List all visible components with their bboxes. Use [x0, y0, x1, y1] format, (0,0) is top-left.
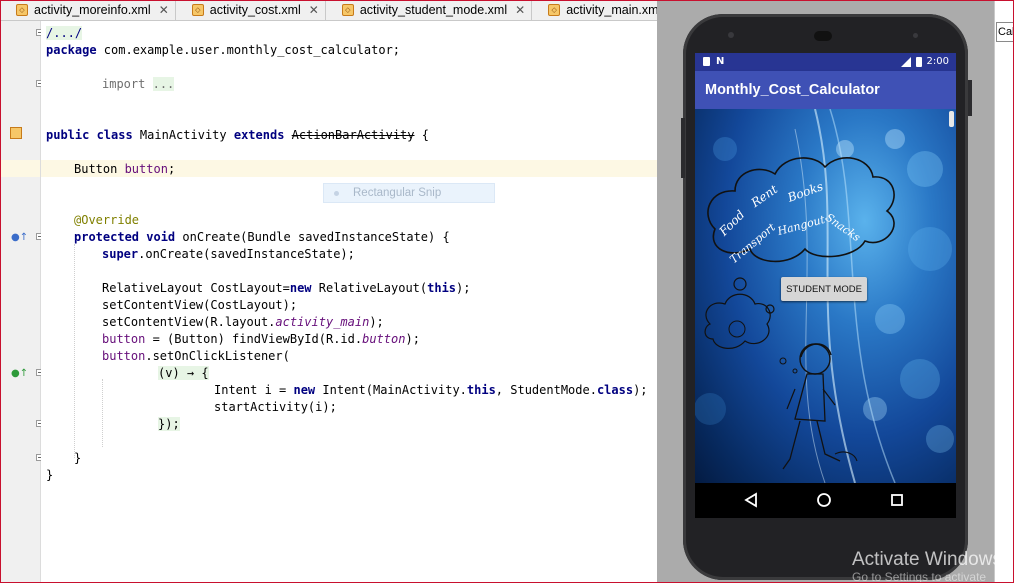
snip-label: Rectangular Snip: [353, 187, 442, 199]
battery-icon: [915, 56, 922, 67]
front-camera-icon: [728, 32, 734, 38]
close-icon[interactable]: ✕: [159, 3, 169, 17]
code-line: Intent i = new Intent(MainActivity.this,…: [214, 383, 648, 397]
power-button[interactable]: [968, 80, 972, 116]
tab-activity-student-mode[interactable]: ◇ activity_student_mode.xml ✕: [326, 0, 533, 20]
tab-label: activity_student_mode.xml: [359, 3, 508, 17]
tab-activity-cost[interactable]: ◇ activity_cost.xml ✕: [176, 0, 326, 20]
phone-screen[interactable]: N 2:00 Monthly_Cost_Calculator Food Rent…: [695, 53, 956, 518]
nfc-icon: N: [716, 56, 725, 67]
current-line-gutter-highlight: [0, 160, 40, 177]
app-title: Monthly_Cost_Calculator: [705, 82, 880, 98]
right-side-panel: Cal: [994, 0, 1014, 583]
xml-file-icon: ◇: [341, 4, 354, 16]
tab-label: activity_main.xml: [566, 3, 662, 17]
override-icon[interactable]: ●↑: [11, 232, 28, 243]
panel-tab-label: Cal: [998, 26, 1014, 38]
speaker-grille: [814, 31, 832, 41]
editor-tab-bar: ◇ activity_moreinfo.xml ✕ ◇ activity_cos…: [0, 0, 704, 21]
sd-card-icon: [703, 57, 710, 66]
code-line: }: [46, 468, 54, 482]
xml-file-icon: ◇: [548, 4, 561, 16]
snip-icon: [334, 190, 339, 196]
code-line: setContentView(CostLayout);: [102, 298, 298, 312]
code-line: package com.example.user.monthly_cost_ca…: [46, 43, 401, 57]
recents-icon[interactable]: [890, 492, 904, 508]
xml-file-icon: ◇: [16, 4, 28, 16]
volume-button[interactable]: [681, 118, 685, 178]
code-line: }: [74, 451, 82, 465]
code-line: });: [158, 417, 180, 431]
tab-label: activity_moreinfo.xml: [34, 3, 151, 17]
code-line: @Override: [74, 213, 140, 227]
back-icon[interactable]: [744, 492, 758, 508]
code-line: RelativeLayout CostLayout=new RelativeLa…: [102, 281, 471, 295]
code-line: public class MainActivity extends Action…: [46, 128, 429, 142]
close-icon[interactable]: ✕: [309, 3, 319, 17]
rectangular-snip-overlay: Rectangular Snip: [323, 183, 495, 203]
code-line: button = (Button) findViewById(R.id.butt…: [102, 332, 420, 346]
app-content: Food Rent Books Transport Hangout Snacks…: [695, 109, 956, 483]
xml-file-icon: ◇: [191, 4, 204, 16]
layout-icon[interactable]: [10, 127, 22, 139]
code-line: protected void onCreate(Bundle savedInst…: [74, 230, 450, 244]
code-line: button.setOnClickListener(: [102, 349, 290, 363]
activate-windows-subtext: Go to Settings to activate: [852, 570, 987, 584]
home-icon[interactable]: [816, 492, 832, 508]
activate-windows-watermark: Activate Windows: [852, 549, 1002, 570]
code-line: import ...: [102, 77, 175, 91]
status-bar: N 2:00: [695, 53, 956, 71]
close-icon[interactable]: ✕: [515, 3, 525, 17]
editor-gutter: [0, 21, 41, 583]
tab-label: activity_cost.xml: [209, 3, 301, 17]
tab-activity-moreinfo[interactable]: ◇ activity_moreinfo.xml ✕: [0, 0, 176, 20]
status-time: 2:00: [926, 56, 949, 67]
sensor-icon: [913, 33, 918, 38]
student-mode-button[interactable]: STUDENT MODE: [781, 277, 867, 301]
code-editor[interactable]: /.../ package com.example.user.monthly_c…: [41, 21, 660, 583]
indent-guide: [74, 244, 75, 458]
lambda-icon[interactable]: ●↑: [11, 368, 28, 379]
code-line: super.onCreate(savedInstanceState);: [102, 247, 355, 261]
code-line: setContentView(R.layout.activity_main);: [102, 315, 384, 329]
code-line: Button button;: [74, 162, 176, 176]
code-line: startActivity(i);: [214, 400, 337, 414]
scrollbar-thumb[interactable]: [949, 111, 954, 127]
code-line: (v) → {: [158, 366, 209, 380]
signal-icon: [900, 56, 911, 67]
system-nav-bar: [695, 483, 956, 518]
indent-guide: [102, 379, 103, 447]
app-bar: Monthly_Cost_Calculator: [695, 71, 956, 109]
code-line: /.../: [46, 26, 83, 40]
